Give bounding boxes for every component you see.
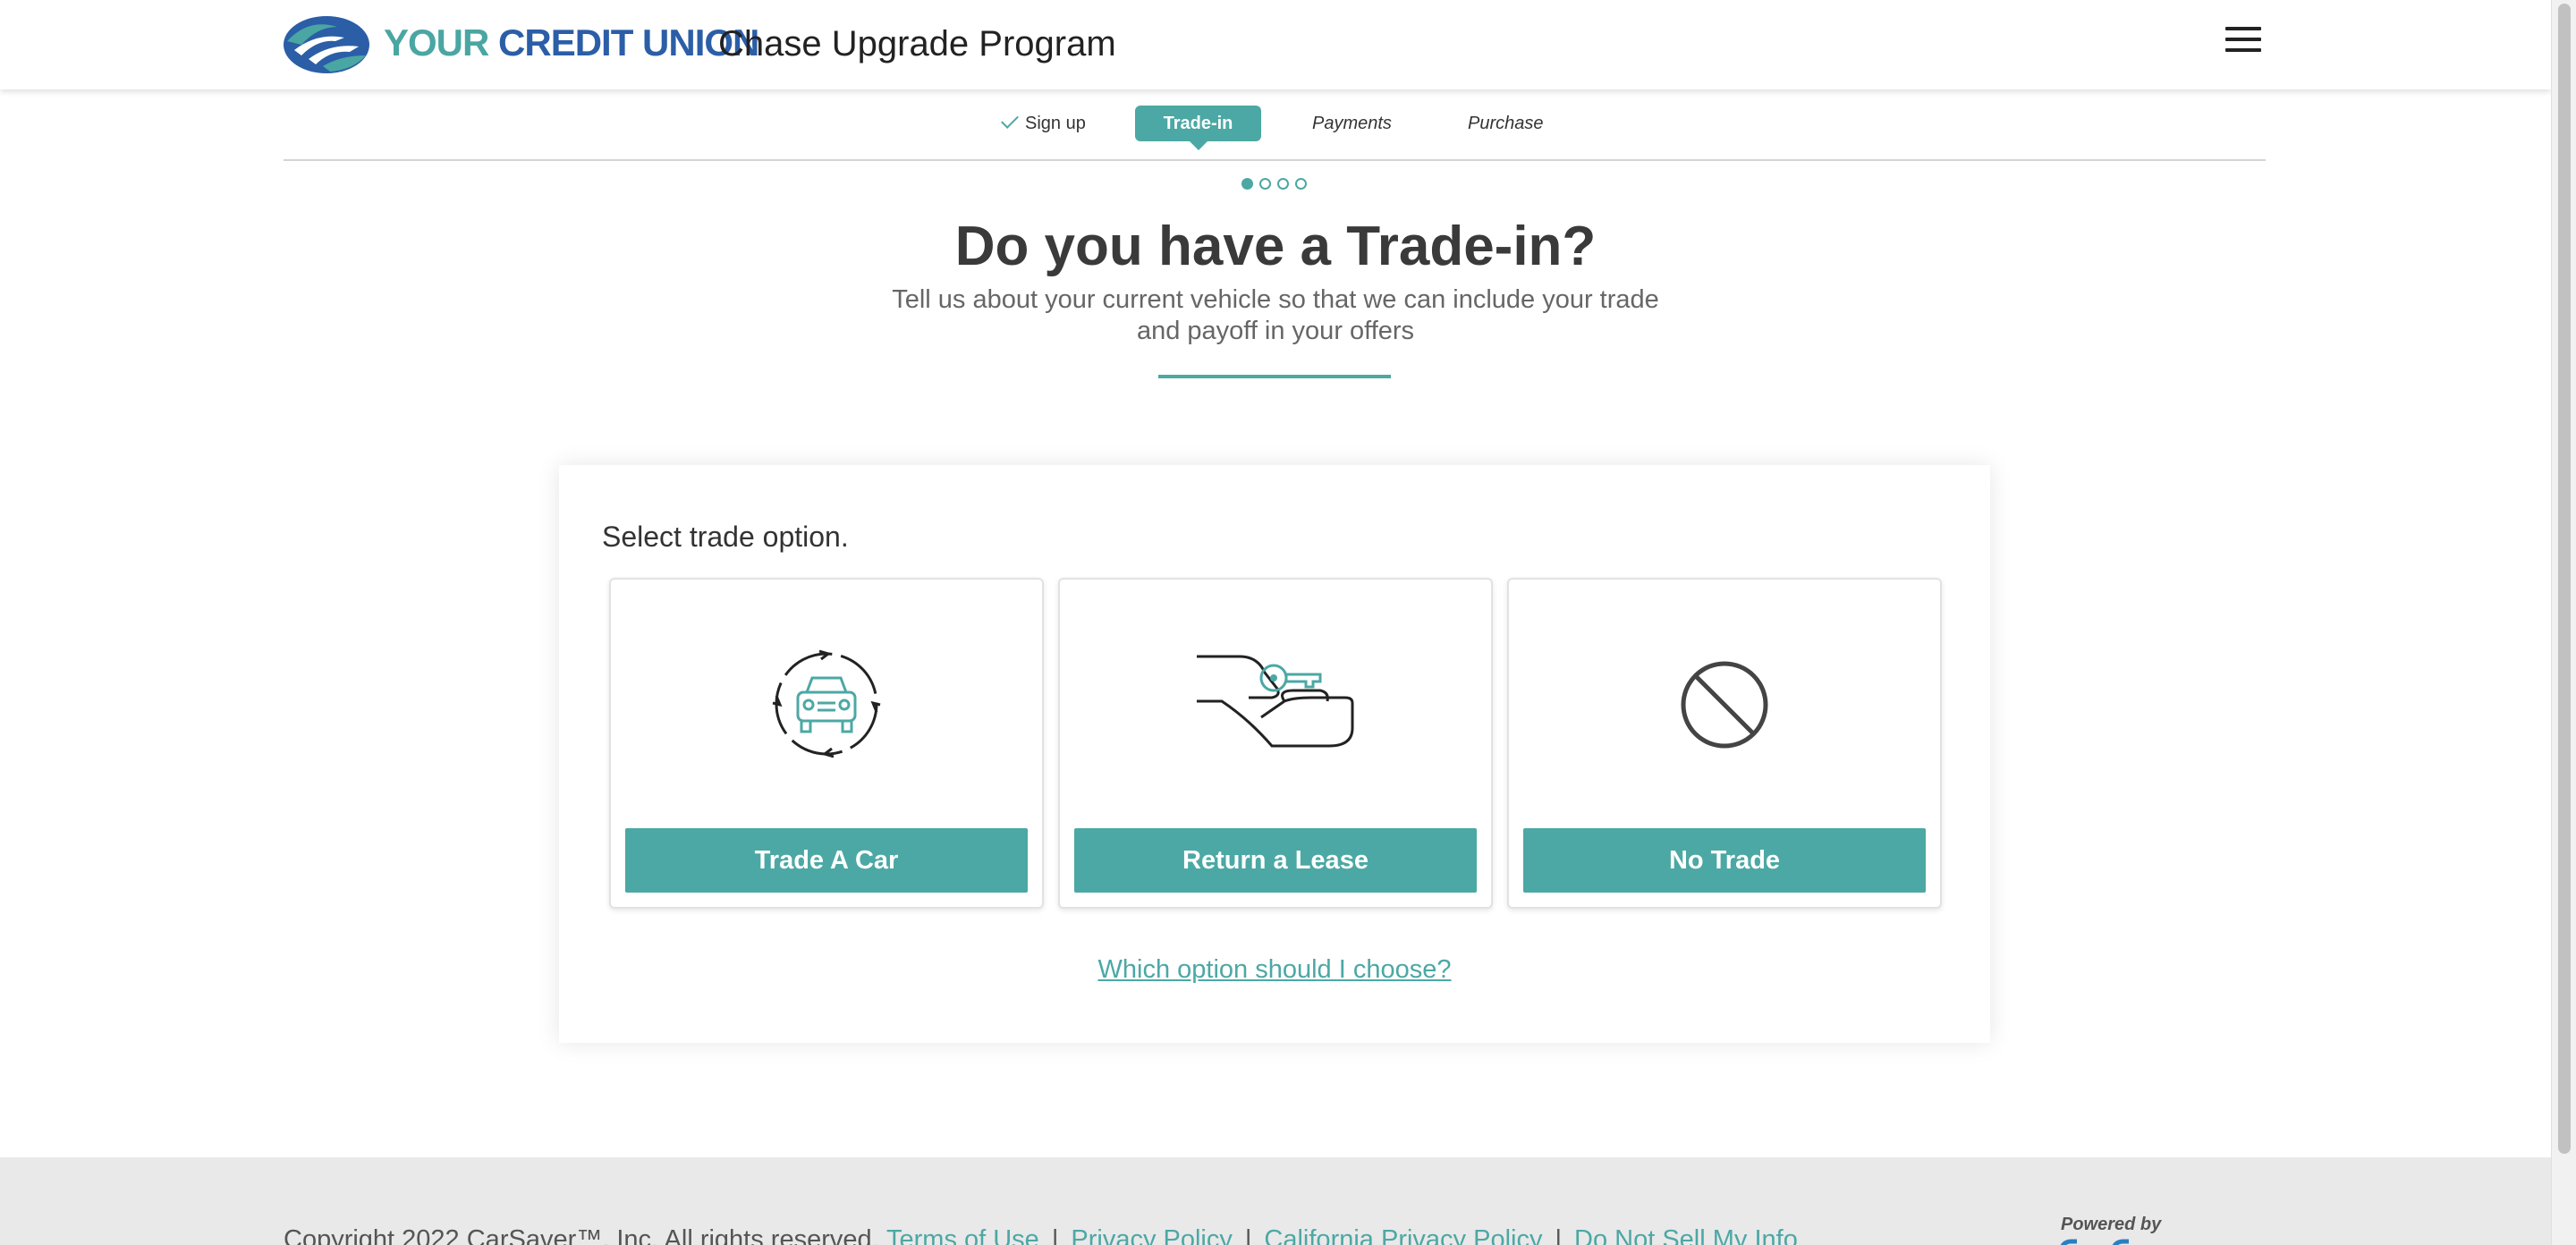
progress-dot-current bbox=[1241, 178, 1253, 190]
california-privacy-policy-link[interactable]: California Privacy Policy bbox=[1264, 1225, 1542, 1245]
scrollbar-thumb[interactable] bbox=[2558, 4, 2571, 1154]
program-title: Chase Upgrade Program bbox=[718, 24, 1116, 64]
page-title: Do you have a Trade-in? bbox=[954, 216, 1597, 277]
site-footer: Copyright 2022 CarSaver™, Inc. All right… bbox=[0, 1157, 2551, 1245]
progress-stepper: Sign up Trade-in Payments Purchase bbox=[0, 106, 2551, 150]
copyright-text: Copyright 2022 CarSaver™, Inc. All right… bbox=[284, 1225, 879, 1245]
which-option-help-link[interactable]: Which option should I choose? bbox=[559, 955, 1990, 985]
step-purchase[interactable]: Purchase bbox=[1468, 106, 1544, 141]
credit-union-logo-icon[interactable] bbox=[282, 14, 371, 75]
brand-name-part1: YOUR bbox=[384, 21, 489, 64]
privacy-policy-link[interactable]: Privacy Policy bbox=[1071, 1225, 1233, 1245]
progress-dot bbox=[1259, 178, 1271, 190]
footer-links: Terms of Use | Privacy Policy | California P… bbox=[886, 1225, 1798, 1245]
brand-name: YOUR CREDIT UNION bbox=[384, 21, 759, 64]
option-return-a-lease[interactable]: Return a Lease bbox=[1058, 578, 1493, 909]
prohibited-icon bbox=[1681, 661, 1768, 749]
step-trade-in[interactable]: Trade-in bbox=[1135, 106, 1261, 150]
progress-dot bbox=[1295, 178, 1307, 190]
site-header: YOUR CREDIT UNION Chase Upgrade Program bbox=[0, 0, 2551, 89]
do-not-sell-my-info-link[interactable]: Do Not Sell My Info bbox=[1574, 1225, 1798, 1245]
step-sign-up[interactable]: Sign up bbox=[1001, 106, 1086, 141]
step-label: Purchase bbox=[1468, 114, 1544, 133]
page-subtitle: Tell us about your current vehicle so th… bbox=[892, 285, 1659, 345]
step-label: Payments bbox=[1312, 114, 1392, 133]
terms-of-use-link[interactable]: Terms of Use bbox=[886, 1225, 1039, 1245]
stepper-divider bbox=[284, 159, 2266, 161]
option-no-trade[interactable]: No Trade bbox=[1507, 578, 1942, 909]
step-label: Sign up bbox=[1025, 114, 1086, 133]
step-label: Trade-in bbox=[1163, 114, 1233, 133]
option-trade-a-car[interactable]: Trade A Car bbox=[609, 578, 1044, 909]
hand-key-icon bbox=[1197, 655, 1354, 748]
trade-option-prompt: Select trade option. bbox=[602, 521, 849, 553]
title-accent-line bbox=[1158, 375, 1391, 378]
trade-a-car-button[interactable]: Trade A Car bbox=[625, 828, 1028, 893]
no-trade-button[interactable]: No Trade bbox=[1523, 828, 1926, 893]
page-scrollbar[interactable] bbox=[2551, 0, 2576, 1245]
return-a-lease-button[interactable]: Return a Lease bbox=[1074, 828, 1477, 893]
car-cycle-icon bbox=[772, 649, 881, 758]
powered-by-label: Powered by bbox=[2061, 1215, 2162, 1234]
step-payments[interactable]: Payments bbox=[1312, 106, 1392, 141]
hamburger-menu-icon[interactable] bbox=[2225, 27, 2261, 59]
checkmark-icon bbox=[1001, 111, 1019, 129]
progress-dot bbox=[1277, 178, 1289, 190]
carsaver-logo-icon bbox=[2060, 1239, 2129, 1245]
trade-option-card: Select trade option. Trade A Car Return … bbox=[559, 465, 1990, 1043]
progress-dots bbox=[1241, 178, 1313, 191]
